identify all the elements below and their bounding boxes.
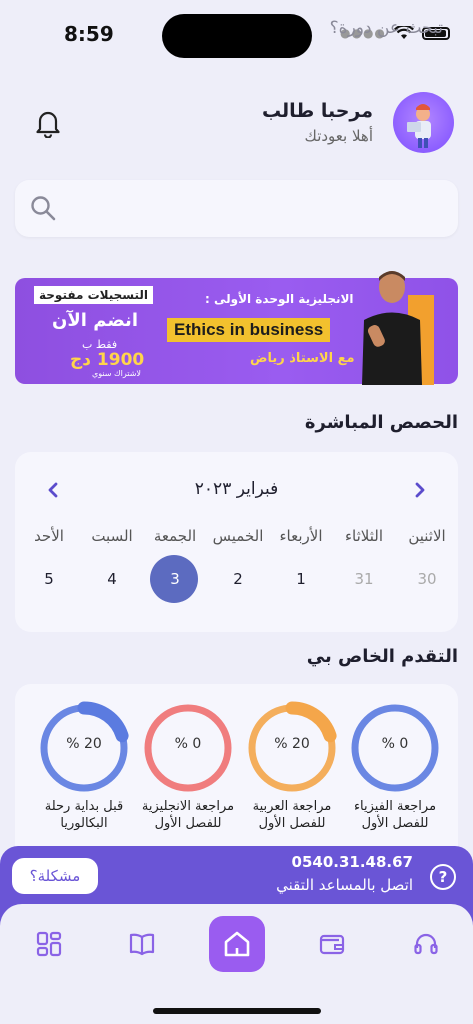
annual-note: لاشتراك سنوي — [92, 369, 141, 378]
bell-icon[interactable] — [34, 108, 62, 138]
help-phone[interactable]: 0540.31.48.67 — [292, 853, 413, 871]
date-row: 5 4 3 2 1 31 30 — [18, 555, 458, 603]
weekday: الأربعاء — [279, 527, 323, 545]
home-icon — [224, 931, 250, 957]
dashboard-icon[interactable] — [35, 930, 63, 958]
avatar-illustration — [407, 104, 431, 148]
progress-percent: % 0 — [381, 736, 409, 752]
registration-badge: التسجيلات مفتوحة — [34, 286, 154, 304]
weekday: السبت — [91, 527, 133, 545]
date-cell[interactable]: 30 — [396, 555, 458, 603]
home-button[interactable] — [209, 916, 265, 972]
teacher-name: مع الاستاذ رياض — [250, 351, 355, 366]
greeting-block: مرحبا طالب أهلا بعودتك — [262, 100, 373, 145]
date-cell[interactable]: 4 — [81, 555, 143, 603]
progress-label: قبل بداية رحلة البكالوريا — [44, 799, 124, 831]
join-now-text: انضم الآن — [52, 310, 138, 331]
wallet-icon[interactable] — [318, 930, 346, 958]
avatar[interactable] — [393, 92, 454, 153]
book-icon[interactable] — [128, 930, 156, 958]
report-problem-button[interactable]: مشكلة؟ — [12, 858, 98, 894]
date-cell[interactable]: 1 — [270, 555, 332, 603]
weekday: الخميس — [212, 527, 264, 545]
progress-title: التقدم الخاص بي — [306, 646, 458, 667]
home-indicator — [153, 1008, 321, 1014]
progress-percent: % 20 — [66, 736, 102, 752]
progress-label: مراجعة الانجليزية للفصل الأول — [141, 799, 235, 831]
course-title: Ethics in business — [167, 318, 331, 342]
price: 1900 دج — [70, 350, 145, 370]
date-cell-selected[interactable]: 3 — [144, 555, 206, 603]
weekday: الثلاثاء — [344, 527, 383, 545]
unit-title: الانجليزية الوحدة الأولى : — [205, 292, 354, 306]
chevron-left-icon[interactable] — [43, 480, 63, 500]
live-sessions-title: الحصص المباشرة — [304, 412, 458, 433]
question-icon: ? — [430, 864, 456, 890]
status-time: 8:59 — [64, 22, 114, 46]
date-cell[interactable]: 5 — [18, 555, 80, 603]
search-icon[interactable] — [30, 195, 56, 221]
weekday: الأحد — [34, 527, 64, 545]
weekday: الاثنين — [408, 527, 446, 545]
date-cell[interactable]: 31 — [333, 555, 395, 603]
date-cell[interactable]: 2 — [207, 555, 269, 603]
search-input[interactable] — [15, 180, 458, 237]
teacher-photo — [362, 271, 434, 385]
headset-icon[interactable] — [412, 930, 440, 958]
weekday-row: الأحد السبت الجمعة الخميس الأربعاء الثلا… — [18, 527, 458, 545]
greeting-title: مرحبا طالب — [261, 100, 373, 122]
greeting-subtitle: أهلا بعودتك — [304, 127, 373, 145]
chevron-right-icon[interactable] — [410, 480, 430, 500]
calendar-month: فبراير ٢٠٢٣ — [194, 479, 279, 499]
help-text: اتصل بالمساعد التقني — [276, 876, 413, 894]
progress-percent: % 0 — [174, 736, 202, 752]
progress-label: مراجعة الفيزياء للفصل الأول — [353, 799, 437, 831]
weekday: الجمعة — [153, 527, 197, 545]
dynamic-island — [162, 14, 312, 58]
progress-percent: % 20 — [274, 736, 310, 752]
search-placeholder: تبحث عن دورة؟ — [329, 18, 443, 38]
progress-label: مراجعة العربية للفصل الأول — [252, 799, 332, 831]
